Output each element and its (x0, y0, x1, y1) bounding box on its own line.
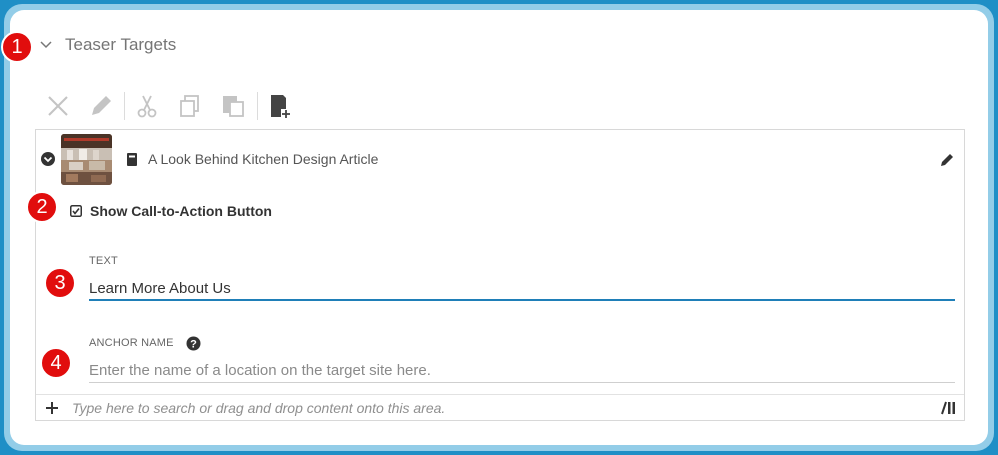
anchor-field-input[interactable]: Enter the name of a location on the targ… (89, 362, 431, 379)
remove-icon[interactable] (45, 93, 71, 119)
item-thumbnail[interactable] (61, 134, 112, 185)
expand-circle-icon[interactable] (41, 152, 55, 166)
drop-area-search-input[interactable]: Type here to search or drag and drop con… (72, 400, 445, 416)
paste-icon[interactable] (220, 93, 246, 119)
toolbar-separator (257, 92, 258, 120)
svg-text:?: ? (190, 339, 197, 351)
text-field-underline (89, 299, 955, 301)
text-field-label: TEXT (89, 255, 118, 267)
marker-1: 1 (1, 31, 33, 63)
section-title[interactable]: Teaser Targets (65, 35, 176, 55)
marker-4: 4 (40, 347, 72, 379)
help-icon[interactable]: ? (186, 336, 201, 351)
cta-checkbox-label[interactable]: Show Call-to-Action Button (90, 203, 272, 219)
anchor-field-label: ANCHOR NAME (89, 337, 174, 349)
marker-2: 2 (26, 191, 58, 223)
text-field-input[interactable]: Learn More About Us (89, 280, 231, 297)
article-icon (127, 153, 137, 166)
marker-3: 3 (44, 267, 76, 299)
toolbar-separator (124, 92, 125, 120)
add-document-icon[interactable] (267, 93, 293, 119)
copy-icon[interactable] (177, 93, 203, 119)
edit-item-icon[interactable] (940, 152, 955, 167)
edit-icon[interactable] (88, 93, 114, 119)
checkbox-icon[interactable] (70, 205, 82, 217)
chevron-down-icon[interactable] (40, 41, 52, 49)
footer-divider (36, 394, 964, 395)
anchor-field-underline (89, 382, 955, 383)
item-title[interactable]: A Look Behind Kitchen Design Article (148, 151, 378, 167)
library-icon[interactable] (940, 401, 956, 415)
cut-icon[interactable] (134, 93, 160, 119)
plus-icon[interactable] (45, 401, 59, 415)
